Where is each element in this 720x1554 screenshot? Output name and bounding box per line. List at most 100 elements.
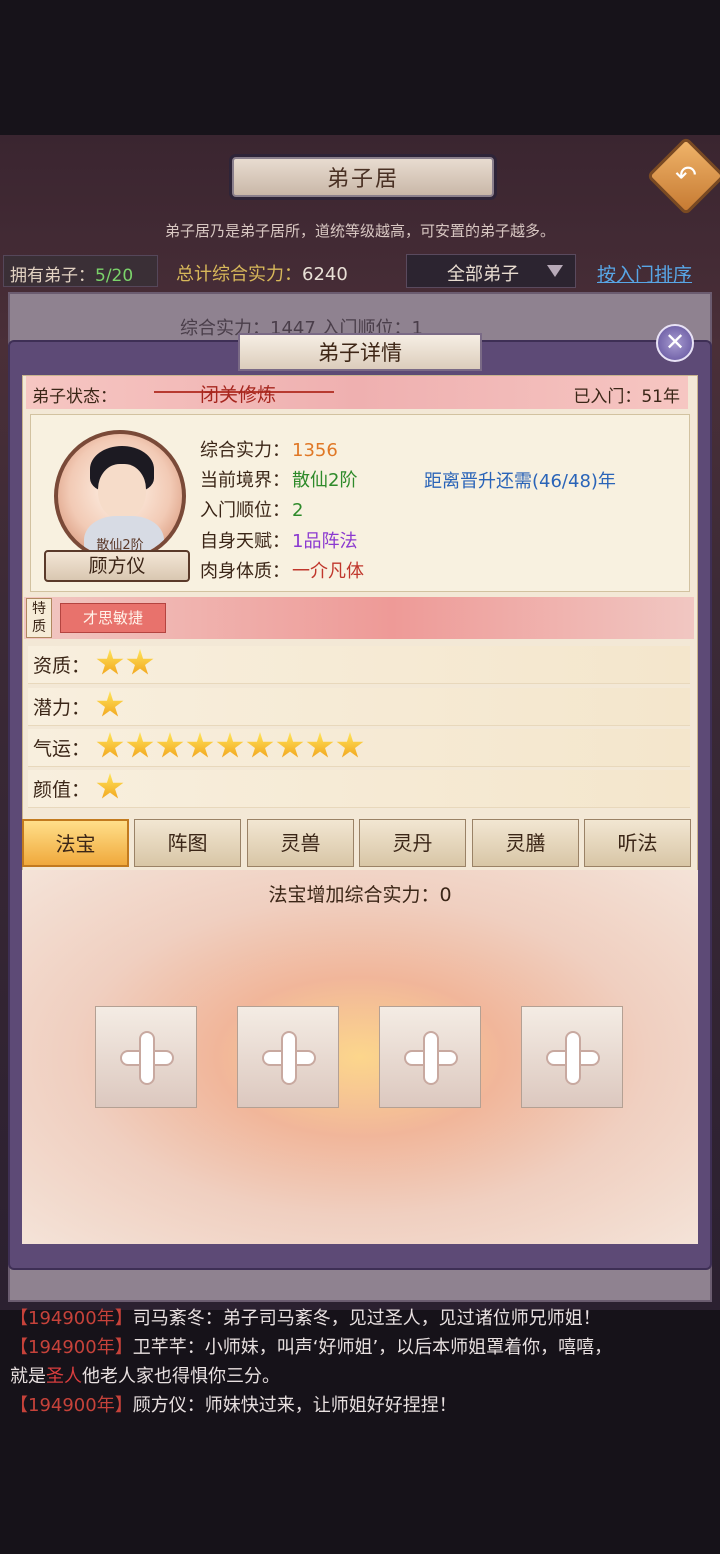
chat-highlight: 圣人 — [46, 1366, 82, 1387]
equipment-area: 法宝增加综合实力：0 — [22, 870, 698, 1244]
avatar-face — [98, 464, 146, 520]
chat-time: 【194900年】 — [10, 1395, 133, 1416]
plus-icon — [141, 1033, 153, 1083]
plus-icon — [283, 1033, 295, 1083]
modal-title: 弟子详情 — [238, 333, 482, 371]
star-icon — [216, 732, 244, 758]
attr-power: 综合实力： 1356 — [200, 436, 338, 462]
chat-time: 【194900年】 — [10, 1308, 133, 1329]
back-arrow-icon: ↶ — [675, 161, 697, 191]
star-icon — [156, 732, 184, 758]
status-value: 闭关修炼 — [200, 384, 277, 406]
attr-label: 自身天赋： — [200, 531, 290, 552]
star-icon — [246, 732, 274, 758]
tab-fabao[interactable]: 法宝 — [22, 819, 129, 867]
filter-value: 全部弟子 — [447, 264, 519, 285]
attr-label: 当前境界： — [200, 470, 290, 491]
star-icon — [276, 732, 304, 758]
star-group — [96, 773, 126, 805]
rating-label: 气运： — [33, 738, 91, 760]
trait-row: 特质 才思敏捷 — [24, 597, 694, 639]
trait-chip[interactable]: 才思敏捷 — [60, 603, 166, 633]
intro-text: 弟子居乃是弟子居所，道统等级越高，可安置的弟子越多。 — [164, 222, 555, 240]
trait-tag: 特质 — [26, 598, 52, 638]
rating-row: 颜值： — [28, 770, 690, 808]
star-group — [96, 732, 366, 764]
equipment-tabs: 法宝 阵图 灵兽 灵丹 灵膳 听法 — [22, 819, 694, 869]
plus-icon — [425, 1033, 437, 1083]
joined-years: 已入门：51年 — [573, 387, 680, 407]
status-bar-area — [0, 0, 720, 135]
tab-lingshan[interactable]: 灵膳 — [472, 819, 579, 867]
page-title: 弟子居 — [232, 157, 494, 197]
rating-row: 潜力： — [28, 688, 690, 726]
attr-value: 1品阵法 — [292, 531, 358, 552]
star-icon — [96, 732, 124, 758]
chat-line: 【194900年】卫芊芊：小师妹，叫声‘好师姐’，以后本师姐罩着你，嘻嘻， — [10, 1333, 710, 1362]
tab-lingshou[interactable]: 灵兽 — [247, 819, 354, 867]
disciple-filter-select[interactable]: 全部弟子 — [406, 254, 576, 288]
chat-text: 就是 — [10, 1366, 46, 1387]
star-group — [96, 649, 156, 681]
chat-line: 【194900年】顾方仪：师妹快过来，让师姐好好捏捏！ — [10, 1391, 710, 1420]
status-label: 弟子状态： — [32, 387, 117, 407]
attr-value: 2 — [292, 500, 304, 521]
chat-text: ：小师妹，叫声‘好师姐’，以后本师姐罩着你，嘻嘻， — [186, 1337, 613, 1358]
star-icon — [126, 649, 154, 675]
total-power: 总计综合实力：6240 — [176, 260, 348, 286]
chat-speaker: 顾方仪 — [132, 1395, 187, 1416]
owned-label: 拥有弟子： — [10, 266, 95, 286]
disciple-name: 顾方仪 — [44, 550, 190, 582]
tab-tingfa[interactable]: 听法 — [584, 819, 691, 867]
attr-label: 肉身体质： — [200, 561, 290, 582]
equip-slot-4[interactable] — [521, 1006, 623, 1108]
star-icon — [96, 649, 124, 675]
equip-power-text: 法宝增加综合实力：0 — [268, 884, 452, 906]
chat-speaker: 司马紊冬 — [132, 1308, 205, 1329]
chat-line: 【194900年】司马紊冬：弟子司马紊冬，见过圣人，见过诸位师兄师姐！ — [10, 1304, 710, 1333]
attr-label: 入门顺位： — [200, 500, 290, 521]
owned-disciples: 拥有弟子：5/20 — [3, 255, 158, 287]
attr-value: 散仙2阶 — [292, 470, 358, 491]
rating-row: 气运： — [28, 729, 690, 767]
attr-talent: 自身天赋： 1品阵法 — [200, 527, 357, 553]
tab-zhentu[interactable]: 阵图 — [134, 819, 241, 867]
attr-realm: 当前境界： 散仙2阶 — [200, 466, 357, 492]
star-icon — [126, 732, 154, 758]
star-icon — [96, 691, 124, 717]
equip-slot-1[interactable] — [95, 1006, 197, 1108]
chat-time: 【194900年】 — [10, 1337, 133, 1358]
attr-physique: 肉身体质： 一介凡体 — [200, 557, 364, 583]
rating-label: 颜值： — [33, 779, 91, 801]
star-icon — [96, 773, 124, 799]
attr-label: 综合实力： — [200, 440, 290, 461]
equip-slot-2[interactable] — [237, 1006, 339, 1108]
close-icon: ✕ — [664, 328, 686, 356]
chat-text: 他老人家也得惧你三分。 — [82, 1366, 280, 1387]
rating-label: 资质： — [33, 655, 91, 677]
chat-speaker: 卫芊芊 — [132, 1337, 187, 1358]
tab-lingdan[interactable]: 灵丹 — [359, 819, 466, 867]
chat-log: 【194900年】司马紊冬：弟子司马紊冬，见过圣人，见过诸位师兄师姐！ 【194… — [10, 1304, 710, 1420]
owned-value: 5/20 — [95, 266, 134, 286]
plus-icon — [567, 1033, 579, 1083]
star-icon — [186, 732, 214, 758]
dropdown-triangle-icon — [547, 265, 563, 277]
rating-row: 资质： — [28, 646, 690, 684]
attr-value: 一介凡体 — [292, 561, 364, 582]
stats-row: 拥有弟子：5/20 总计综合实力：6240 全部弟子 按入门排序 — [0, 252, 720, 288]
equip-slot-3[interactable] — [379, 1006, 481, 1108]
chat-text: ：师妹快过来，让师姐好好捏捏！ — [186, 1395, 457, 1416]
chat-text: ：弟子司马紊冬，见过圣人，见过诸位师兄师姐！ — [204, 1308, 601, 1329]
attr-rank: 入门顺位： 2 — [200, 496, 303, 522]
status-bar: 弟子状态： 闭关修炼 已入门：51年 — [26, 376, 688, 409]
chat-line-cont: 就是圣人他老人家也得惧你三分。 — [10, 1362, 710, 1391]
rating-label: 潜力： — [33, 697, 91, 719]
attr-value: 1356 — [292, 440, 338, 461]
avatar: 散仙2阶 — [54, 430, 186, 562]
total-label: 总计综合实力： — [176, 264, 302, 285]
star-group — [96, 691, 126, 723]
sort-by-join-link[interactable]: 按入门排序 — [597, 260, 692, 287]
close-button[interactable]: ✕ — [656, 324, 694, 362]
star-icon — [306, 732, 334, 758]
